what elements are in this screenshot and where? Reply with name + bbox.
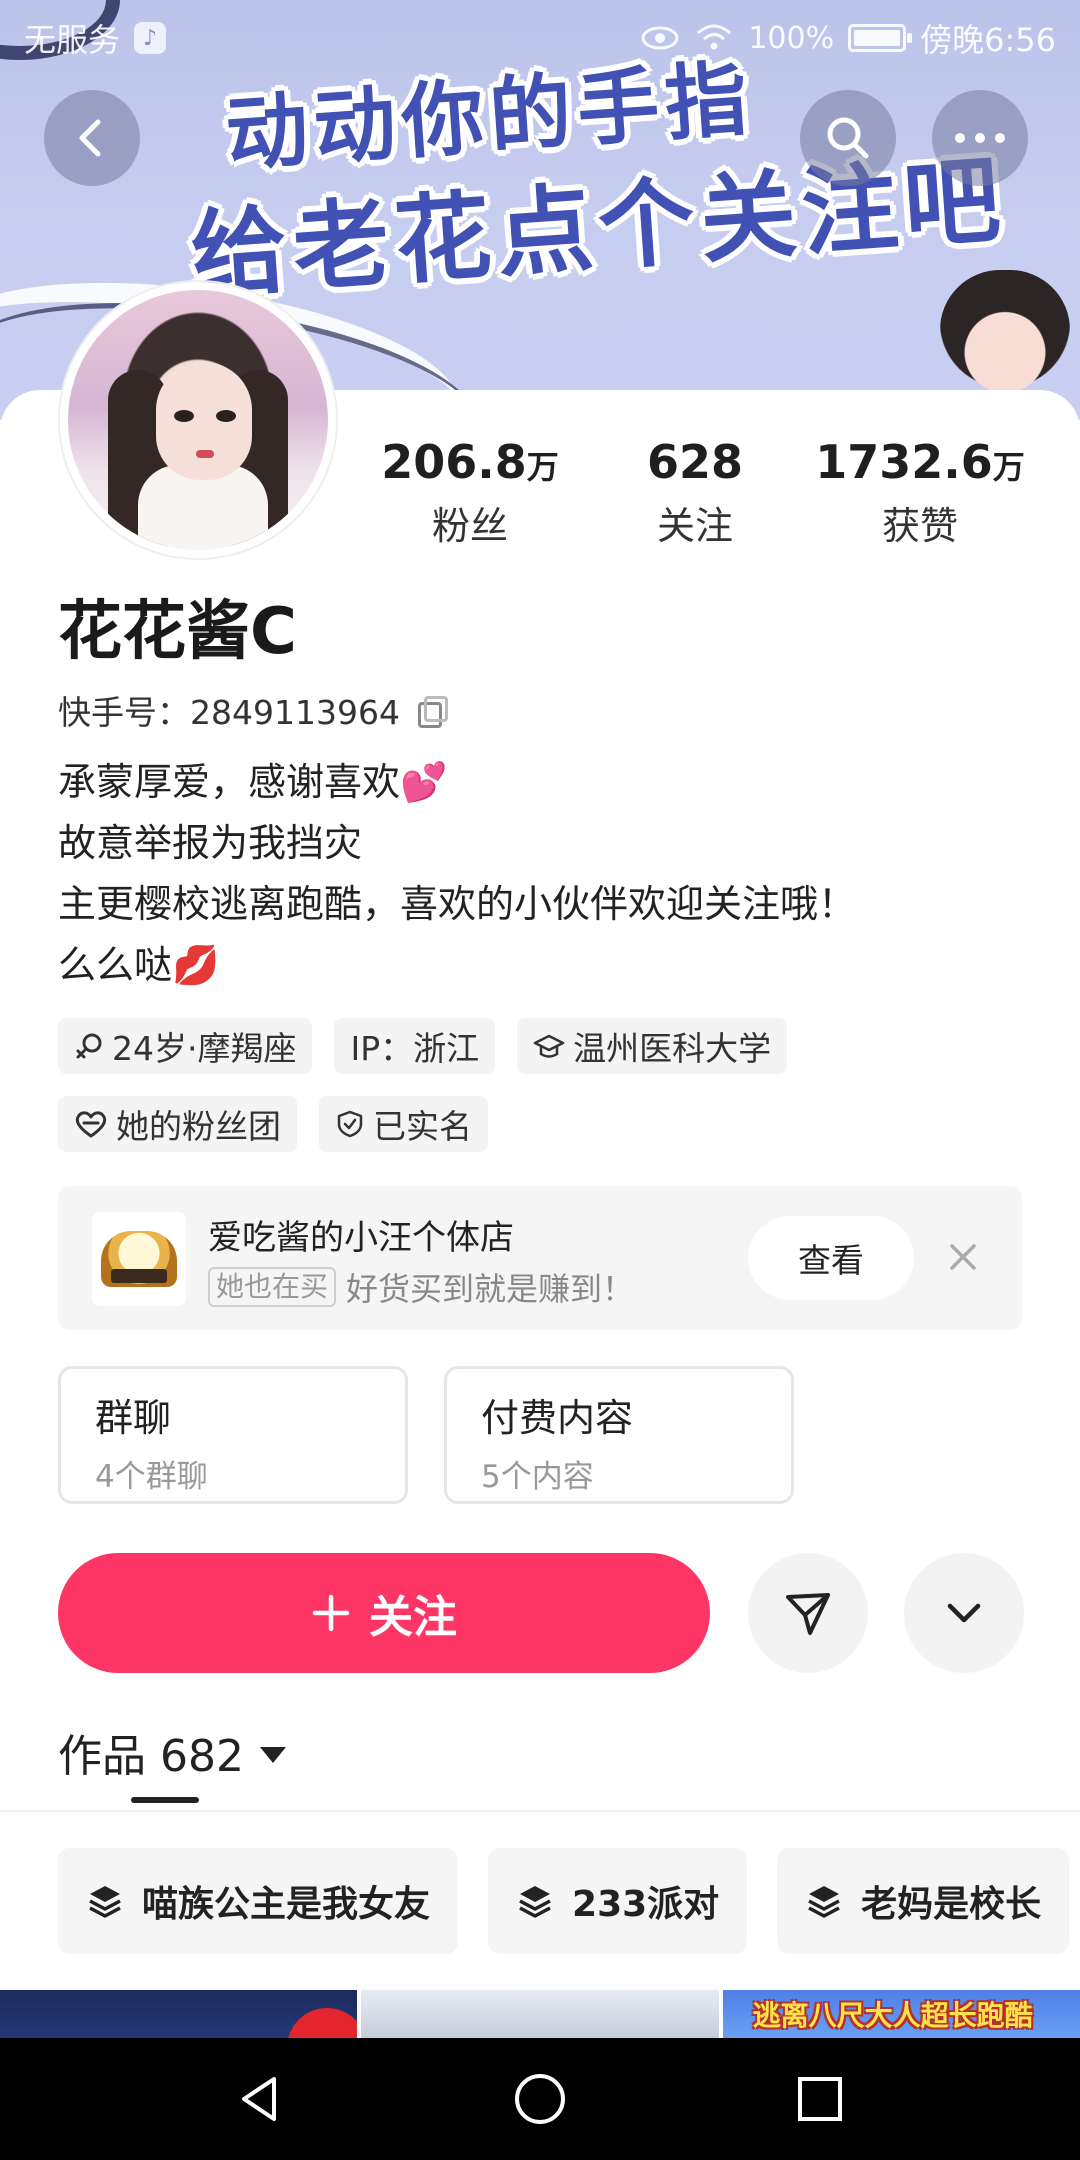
entry-subtitle: 4个群聊 bbox=[95, 1459, 208, 1495]
stat-following[interactable]: 628 关注 bbox=[585, 435, 805, 550]
view-shop-button[interactable]: 查看 bbox=[748, 1216, 914, 1300]
nav-recents-button[interactable] bbox=[775, 2054, 865, 2144]
bio-line: 承蒙厚爱，感谢喜欢💕 bbox=[58, 752, 856, 813]
close-icon[interactable] bbox=[938, 1232, 988, 1282]
shop-title: 爱吃酱的小汪个体店 bbox=[208, 1218, 514, 1258]
wifi-icon bbox=[697, 24, 732, 50]
tag-age-sign: 24岁·摩羯座 bbox=[58, 1018, 313, 1074]
nav-home-button[interactable] bbox=[495, 2054, 585, 2144]
kuaishou-id-text: 快手号：2849113964 bbox=[58, 693, 400, 732]
battery-percent: 100% bbox=[748, 20, 835, 56]
tag-fan-club[interactable]: 她的粉丝团 bbox=[58, 1096, 297, 1152]
shop-card[interactable]: 爱吃酱的小汪个体店 她也在买 好货买到就是赚到！ 查看 bbox=[58, 1186, 1022, 1330]
clock-text: 傍晚6:56 bbox=[920, 21, 1056, 59]
stat-fans[interactable]: 206.8万 粉丝 bbox=[360, 435, 580, 550]
chevron-down-icon bbox=[947, 1603, 981, 1623]
profile-name: 花花酱C bbox=[58, 595, 297, 669]
back-button[interactable] bbox=[44, 90, 140, 186]
stat-fans-label: 粉丝 bbox=[431, 504, 508, 548]
collection-item[interactable]: 老妈是校长 bbox=[777, 1848, 1070, 1954]
stat-likes[interactable]: 1732.6万 获赞 bbox=[810, 435, 1030, 550]
collection-item[interactable]: 233派对 bbox=[488, 1848, 748, 1954]
expand-recommendations-button[interactable] bbox=[904, 1553, 1024, 1673]
layers-icon bbox=[519, 1886, 551, 1918]
bio-line: 故意举报为我挡灾 bbox=[58, 821, 363, 865]
stat-fans-value: 206.8 bbox=[381, 435, 527, 489]
group-chat-entry[interactable]: 群聊 4个群聊 bbox=[58, 1366, 408, 1504]
layers-icon bbox=[89, 1886, 121, 1918]
video-thumbnail[interactable]: 逃离八尺大人超长跑酷 bbox=[722, 1990, 1080, 2038]
kuaishou-id-row[interactable]: 快手号：2849113964 bbox=[58, 686, 448, 734]
nav-back-button[interactable] bbox=[215, 2054, 305, 2144]
shop-logo bbox=[92, 1212, 186, 1306]
verified-shield-icon bbox=[337, 1110, 363, 1138]
stat-likes-value: 1732.6 bbox=[815, 435, 993, 489]
paid-content-entry[interactable]: 付费内容 5个内容 bbox=[444, 1366, 794, 1504]
tag-verified: 已实名 bbox=[319, 1096, 488, 1152]
battery-icon bbox=[848, 24, 913, 52]
shop-badge: 她也在买 bbox=[208, 1267, 337, 1307]
plus-icon bbox=[312, 1594, 350, 1632]
entry-title: 群聊 bbox=[95, 1396, 172, 1440]
layers-icon bbox=[808, 1886, 840, 1918]
stat-following-label: 关注 bbox=[656, 504, 733, 548]
graduation-cap-icon bbox=[533, 1034, 565, 1058]
copy-icon[interactable] bbox=[416, 696, 448, 728]
two-hearts-emoji-icon: 💕 bbox=[400, 760, 448, 804]
bio-line: 主更樱校逃离跑酷，喜欢的小伙伴欢迎关注哦！ bbox=[58, 882, 857, 926]
search-icon bbox=[827, 117, 869, 159]
heart-icon bbox=[75, 1111, 107, 1138]
system-navigation-bar bbox=[0, 2038, 1080, 2160]
works-tab-indicator bbox=[131, 1797, 199, 1803]
status-bar: 无服务 ♪ 100% 傍晚6:56 bbox=[0, 0, 1080, 76]
works-tab-label: 作品 682 bbox=[58, 1731, 244, 1782]
profile-tags-row: 24岁·摩羯座 IP：浙江 温州医科大学 bbox=[58, 1018, 788, 1074]
follow-label: 关注 bbox=[369, 1592, 457, 1643]
profile-stats: 206.8万 粉丝 628 关注 1732.6万 获赞 bbox=[0, 435, 1080, 555]
triangle-back-icon bbox=[242, 2077, 276, 2121]
video-grid: 逃离八尺大人超长跑酷 bbox=[0, 1990, 1080, 2038]
carrier-text: 无服务 bbox=[24, 21, 121, 59]
bio-line: 么么哒💋 bbox=[58, 935, 856, 996]
shop-slogan: 好货买到就是赚到！ bbox=[346, 1270, 635, 1308]
stat-following-value: 628 bbox=[646, 435, 744, 489]
kiss-emoji-icon: 💋 bbox=[172, 943, 220, 987]
circle-home-icon bbox=[515, 2074, 565, 2124]
video-caption: 逃离八尺大人超长跑酷 bbox=[752, 1999, 1033, 2032]
chevron-left-icon bbox=[79, 119, 101, 157]
entry-subtitle: 5个内容 bbox=[481, 1459, 594, 1495]
stat-likes-label: 获赞 bbox=[881, 504, 958, 548]
more-dots-icon bbox=[955, 133, 1005, 143]
tag-school[interactable]: 温州医科大学 bbox=[517, 1018, 788, 1074]
shop-subtitle: 她也在买 好货买到就是赚到！ bbox=[208, 1264, 634, 1310]
square-recents-icon bbox=[798, 2077, 842, 2121]
female-icon bbox=[76, 1033, 102, 1059]
search-button[interactable] bbox=[800, 90, 896, 186]
stat-likes-unit: 万 bbox=[992, 448, 1025, 486]
paper-plane-icon bbox=[786, 1593, 830, 1635]
collection-item[interactable]: 喵族公主是我女友 bbox=[58, 1848, 459, 1954]
works-tab[interactable]: 作品 682 bbox=[58, 1720, 286, 1784]
profile-tags-row: 她的粉丝团 已实名 bbox=[58, 1096, 488, 1152]
tag-ip: IP：浙江 bbox=[334, 1018, 496, 1074]
eye-icon bbox=[641, 26, 679, 50]
video-thumbnail[interactable] bbox=[0, 1990, 358, 2038]
divider bbox=[0, 1810, 1080, 1812]
send-message-button[interactable] bbox=[748, 1553, 868, 1673]
stat-fans-unit: 万 bbox=[526, 448, 559, 486]
follow-button[interactable]: 关注 bbox=[58, 1553, 710, 1673]
profile-bio: 承蒙厚爱，感谢喜欢💕 故意举报为我挡灾 主更樱校逃离跑酷，喜欢的小伙伴欢迎关注哦… bbox=[58, 752, 856, 996]
caret-down-icon bbox=[259, 1747, 286, 1763]
entry-title: 付费内容 bbox=[481, 1396, 634, 1440]
collections-row: 喵族公主是我女友 233派对 老妈是校长 bbox=[58, 1848, 1070, 1954]
more-options-button[interactable] bbox=[932, 90, 1028, 186]
video-thumbnail[interactable] bbox=[361, 1990, 719, 2038]
music-app-icon: ♪ bbox=[134, 22, 167, 54]
